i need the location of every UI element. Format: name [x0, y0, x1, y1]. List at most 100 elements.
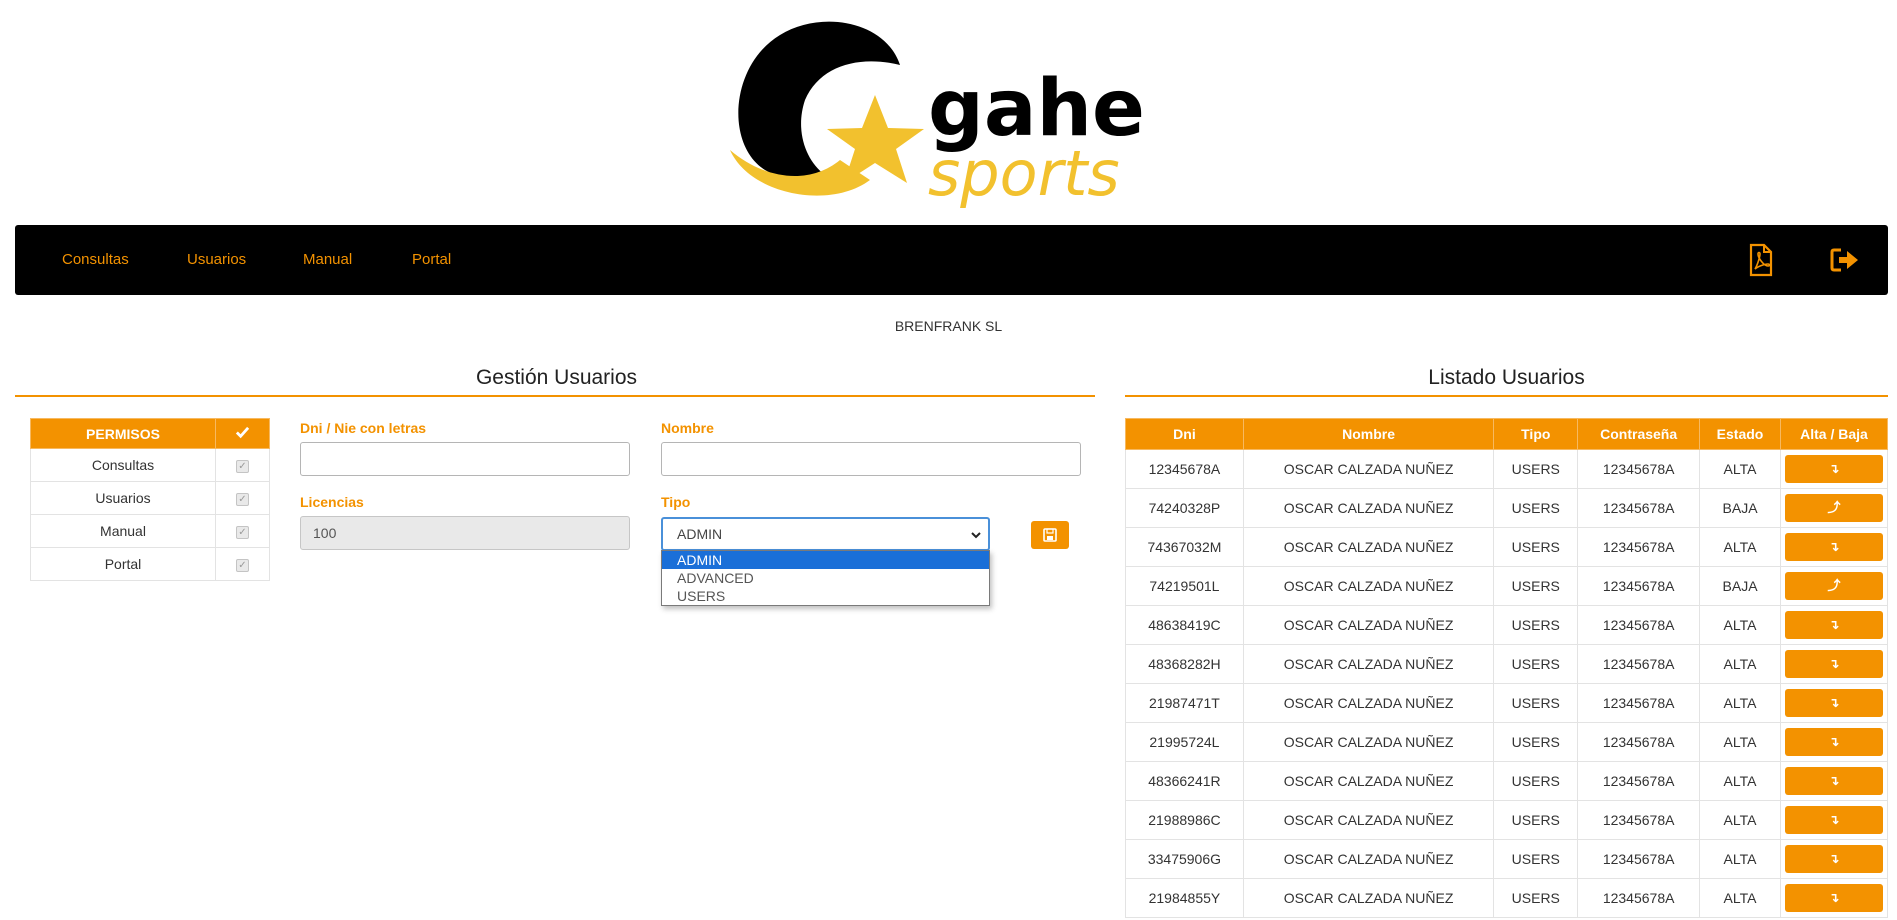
- cell-contrasena: 12345678A: [1577, 566, 1701, 606]
- alta-button[interactable]: ⤴: [1784, 494, 1883, 522]
- nav-item-portal[interactable]: Portal: [412, 225, 451, 295]
- nav-item-manual[interactable]: Manual: [303, 225, 352, 295]
- cell-nombre: OSCAR CALZADA NUÑEZ: [1242, 839, 1495, 879]
- permiso-row: Portal ✓: [30, 547, 270, 581]
- table-row: 21995724L OSCAR CALZADA NUÑEZ USERS 1234…: [1125, 722, 1889, 762]
- licencias-input: [300, 516, 630, 550]
- cell-nombre: OSCAR CALZADA NUÑEZ: [1242, 644, 1495, 684]
- tipo-option-admin[interactable]: ADMIN: [662, 551, 989, 569]
- tipo-dropdown: ADMIN ADVANCED USERS: [661, 550, 990, 606]
- listado-divider: [1125, 395, 1888, 397]
- permiso-label: Manual: [30, 514, 216, 548]
- cell-estado: ALTA: [1699, 722, 1781, 762]
- cell-estado: BAJA: [1699, 488, 1781, 528]
- nombre-input[interactable]: [661, 442, 1081, 476]
- baja-button[interactable]: ↴: [1784, 533, 1883, 561]
- cell-estado: ALTA: [1699, 449, 1781, 489]
- pdf-icon[interactable]: [1742, 242, 1778, 278]
- save-icon: [1043, 528, 1057, 542]
- tipo-selected-value: ADMIN: [677, 526, 723, 542]
- table-row: 74367032M OSCAR CALZADA NUÑEZ USERS 1234…: [1125, 527, 1889, 567]
- table-row: 21988986C OSCAR CALZADA NUÑEZ USERS 1234…: [1125, 800, 1889, 840]
- dni-label: Dni / Nie con letras: [300, 420, 427, 436]
- col-header-contrasena: Contraseña: [1577, 418, 1701, 450]
- baja-button[interactable]: ↴: [1784, 767, 1883, 795]
- nav-item-usuarios[interactable]: Usuarios: [187, 225, 246, 295]
- cell-tipo: USERS: [1493, 722, 1579, 762]
- cell-contrasena: 12345678A: [1577, 722, 1701, 762]
- cell-nombre: OSCAR CALZADA NUÑEZ: [1242, 722, 1495, 762]
- cell-tipo: USERS: [1493, 800, 1579, 840]
- cell-tipo: USERS: [1493, 878, 1579, 918]
- nombre-label: Nombre: [661, 420, 714, 436]
- cell-estado: ALTA: [1699, 800, 1781, 840]
- company-name: BRENFRANK SL: [894, 318, 1003, 334]
- logo-text-sports: sports: [928, 137, 1120, 210]
- baja-button[interactable]: ↴: [1784, 650, 1883, 678]
- cell-nombre: OSCAR CALZADA NUÑEZ: [1242, 449, 1495, 489]
- licencias-label: Licencias: [300, 494, 364, 510]
- tipo-option-users[interactable]: USERS: [662, 587, 989, 605]
- permiso-checkbox[interactable]: ✓: [236, 558, 249, 572]
- col-header-alta-baja: Alta / Baja: [1779, 418, 1889, 450]
- table-row: 21987471T OSCAR CALZADA NUÑEZ USERS 1234…: [1125, 683, 1889, 723]
- tipo-option-advanced[interactable]: ADVANCED: [662, 569, 989, 587]
- cell-dni: 21984855Y: [1125, 878, 1244, 918]
- cell-tipo: USERS: [1493, 683, 1579, 723]
- cell-contrasena: 12345678A: [1577, 527, 1701, 567]
- logout-icon[interactable]: [1827, 242, 1863, 278]
- nav-item-consultas[interactable]: Consultas: [62, 225, 129, 295]
- brand-logo: gahe sports: [710, 10, 1160, 210]
- usuarios-table: Dni Nombre Tipo Contraseña Estado Alta /…: [1125, 418, 1889, 918]
- cell-estado: ALTA: [1699, 605, 1781, 645]
- cell-contrasena: 12345678A: [1577, 683, 1701, 723]
- table-row: 48368282H OSCAR CALZADA NUÑEZ USERS 1234…: [1125, 644, 1889, 684]
- cell-nombre: OSCAR CALZADA NUÑEZ: [1242, 605, 1495, 645]
- cell-tipo: USERS: [1493, 839, 1579, 879]
- cell-dni: 74367032M: [1125, 527, 1244, 567]
- dni-input[interactable]: [300, 442, 630, 476]
- cell-estado: ALTA: [1699, 527, 1781, 567]
- permiso-row: Manual ✓: [30, 514, 270, 548]
- table-row: 48638419C OSCAR CALZADA NUÑEZ USERS 1234…: [1125, 605, 1889, 645]
- cell-estado: ALTA: [1699, 878, 1781, 918]
- cell-dni: 48366241R: [1125, 761, 1244, 801]
- permiso-label: Portal: [30, 547, 216, 581]
- save-button[interactable]: [1031, 521, 1069, 549]
- cell-contrasena: 12345678A: [1577, 839, 1701, 879]
- baja-button[interactable]: ↴: [1784, 728, 1883, 756]
- permiso-checkbox[interactable]: ✓: [236, 459, 249, 473]
- cell-nombre: OSCAR CALZADA NUÑEZ: [1242, 527, 1495, 567]
- baja-button[interactable]: ↴: [1784, 611, 1883, 639]
- cell-dni: 12345678A: [1125, 449, 1244, 489]
- permiso-row: Usuarios ✓: [30, 481, 270, 515]
- cell-contrasena: 12345678A: [1577, 449, 1701, 489]
- baja-button[interactable]: ↴: [1784, 689, 1883, 717]
- cell-contrasena: 12345678A: [1577, 800, 1701, 840]
- cell-tipo: USERS: [1493, 605, 1579, 645]
- permiso-checkbox[interactable]: ✓: [236, 492, 249, 506]
- gestion-divider: [15, 395, 1095, 397]
- cell-dni: 21988986C: [1125, 800, 1244, 840]
- main-navbar: Consultas Usuarios Manual Portal: [15, 225, 1888, 295]
- cell-nombre: OSCAR CALZADA NUÑEZ: [1242, 566, 1495, 606]
- permisos-table: PERMISOS Consultas ✓ Usuarios ✓ Manual ✓…: [30, 418, 270, 581]
- cell-nombre: OSCAR CALZADA NUÑEZ: [1242, 800, 1495, 840]
- baja-button[interactable]: ↴: [1784, 806, 1883, 834]
- cell-estado: ALTA: [1699, 761, 1781, 801]
- cell-dni: 74219501L: [1125, 566, 1244, 606]
- alta-button[interactable]: ⤴: [1784, 572, 1883, 600]
- table-row: 21984855Y OSCAR CALZADA NUÑEZ USERS 1234…: [1125, 878, 1889, 918]
- col-header-dni: Dni: [1125, 418, 1244, 450]
- baja-button[interactable]: ↴: [1784, 884, 1883, 912]
- cell-tipo: USERS: [1493, 527, 1579, 567]
- baja-button[interactable]: ↴: [1784, 455, 1883, 483]
- permiso-checkbox[interactable]: ✓: [236, 525, 249, 539]
- cell-dni: 33475906G: [1125, 839, 1244, 879]
- cell-tipo: USERS: [1493, 449, 1579, 489]
- tipo-select[interactable]: ADMIN: [661, 517, 990, 551]
- cell-contrasena: 12345678A: [1577, 488, 1701, 528]
- cell-contrasena: 12345678A: [1577, 644, 1701, 684]
- baja-button[interactable]: ↴: [1784, 845, 1883, 873]
- cell-tipo: USERS: [1493, 761, 1579, 801]
